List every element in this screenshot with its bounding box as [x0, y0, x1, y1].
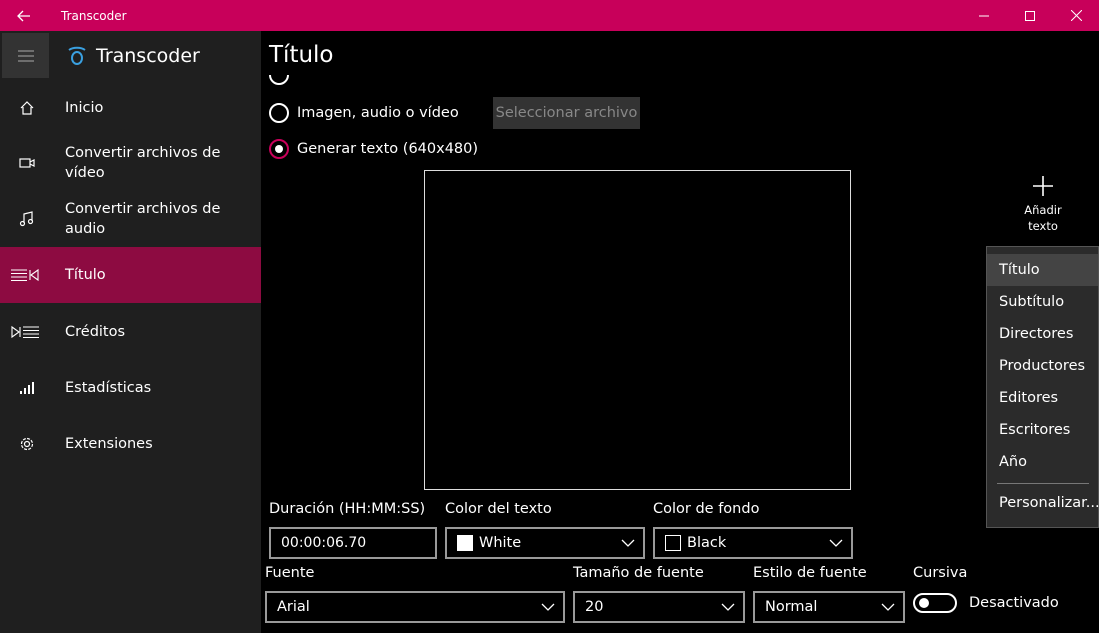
- chevron-down-icon: [829, 539, 843, 547]
- menu-item-editores[interactable]: Editores: [987, 382, 1098, 414]
- sidebar-item-label: Créditos: [65, 324, 126, 340]
- window-title: Transcoder: [61, 8, 127, 23]
- radio-text-label: Generar texto (640x480): [297, 141, 479, 157]
- radio-button-checked[interactable]: [269, 139, 289, 159]
- sidebar-item-label: Título: [65, 267, 106, 283]
- font-size-value: 20: [585, 599, 604, 615]
- main-content: Título Imagen, audio o vídeo Seleccionar…: [261, 31, 1099, 633]
- video-camera-icon: [16, 152, 38, 174]
- sidebar-item-creditos[interactable]: Créditos: [0, 311, 261, 353]
- page-title: Título: [269, 42, 334, 68]
- bg-color-value: Black: [687, 535, 727, 551]
- add-text-button[interactable]: Añadir texto: [1003, 176, 1083, 234]
- font-select[interactable]: Arial: [265, 591, 565, 623]
- menu-item-ano[interactable]: Año: [987, 446, 1098, 478]
- text-color-value: White: [479, 535, 522, 551]
- sidebar: Transcoder Inicio Convertir archivos de …: [0, 31, 261, 633]
- sidebar-item-label: Convertir archivos de audio: [65, 201, 221, 237]
- title-icon: [9, 264, 41, 286]
- hamburger-icon: [17, 50, 34, 61]
- sidebar-item-label: Inicio: [65, 100, 104, 116]
- italic-state: Desactivado: [969, 595, 1059, 611]
- sidebar-item-audio[interactable]: Convertir archivos de audio: [0, 193, 261, 245]
- font-style-select[interactable]: Normal: [753, 591, 905, 623]
- plus-icon: [1033, 176, 1053, 196]
- add-text-label-2: texto: [1028, 219, 1058, 233]
- font-size-label: Tamaño de fuente: [573, 565, 704, 581]
- italic-toggle[interactable]: [913, 593, 957, 613]
- menu-item-escritores[interactable]: Escritores: [987, 414, 1098, 446]
- bg-color-select[interactable]: Black: [653, 527, 853, 559]
- radio-media-label: Imagen, audio o vídeo: [297, 105, 459, 121]
- font-label: Fuente: [265, 565, 315, 581]
- duration-input[interactable]: 00:00:06.70: [269, 527, 437, 559]
- chevron-down-icon: [541, 603, 555, 611]
- signal-bars-icon: [16, 377, 38, 399]
- white-swatch: [457, 535, 473, 551]
- text-color-label: Color del texto: [445, 501, 552, 517]
- hamburger-button[interactable]: [2, 33, 49, 78]
- sidebar-item-extensiones[interactable]: Extensiones: [0, 423, 261, 465]
- italic-label: Cursiva: [913, 565, 968, 581]
- bg-color-label: Color de fondo: [653, 501, 760, 517]
- title-bar: Transcoder: [0, 0, 1099, 31]
- menu-separator: [997, 483, 1089, 484]
- font-size-select[interactable]: 20: [573, 591, 745, 623]
- menu-item-personalizar[interactable]: Personalizar...: [987, 487, 1099, 519]
- app-name: Transcoder: [96, 45, 200, 67]
- menu-item-subtitulo[interactable]: Subtítulo: [987, 286, 1098, 318]
- back-arrow-icon: [17, 10, 30, 21]
- font-style-value: Normal: [765, 599, 818, 615]
- radio-scrolled[interactable]: [269, 75, 289, 85]
- sidebar-item-video[interactable]: Convertir archivos de vídeo: [0, 137, 261, 189]
- sidebar-item-label: Extensiones: [65, 436, 153, 452]
- sidebar-item-label: Estadísticas: [65, 380, 152, 396]
- sidebar-item-inicio[interactable]: Inicio: [0, 87, 261, 129]
- home-icon: [16, 97, 38, 119]
- minimize-button[interactable]: [961, 0, 1007, 31]
- menu-item-directores[interactable]: Directores: [987, 318, 1098, 350]
- duration-label: Duración (HH:MM:SS): [269, 501, 426, 517]
- music-note-icon: [16, 208, 38, 230]
- font-style-label: Estilo de fuente: [753, 565, 867, 581]
- gear-icon: [16, 433, 38, 455]
- sidebar-item-label: Convertir archivos de vídeo: [65, 145, 221, 181]
- chevron-down-icon: [621, 539, 635, 547]
- sidebar-item-titulo[interactable]: Título: [0, 247, 261, 303]
- close-icon: [1070, 10, 1082, 21]
- radio-media[interactable]: Imagen, audio o vídeo: [269, 103, 459, 123]
- sidebar-item-estadisticas[interactable]: Estadísticas: [0, 367, 261, 409]
- toggle-knob: [919, 598, 929, 608]
- app-brand: Transcoder: [66, 45, 200, 67]
- radio-button[interactable]: [269, 103, 289, 123]
- add-text-label-1: Añadir: [1024, 203, 1062, 217]
- menu-item-productores[interactable]: Productores: [987, 350, 1098, 382]
- chevron-down-icon: [881, 603, 895, 611]
- text-color-select[interactable]: White: [445, 527, 645, 559]
- radio-generate-text[interactable]: Generar texto (640x480): [269, 139, 478, 159]
- black-swatch: [665, 535, 681, 551]
- maximize-button[interactable]: [1007, 0, 1053, 31]
- credits-icon: [9, 321, 41, 343]
- select-file-button[interactable]: Seleccionar archivo: [493, 97, 640, 129]
- menu-item-titulo[interactable]: Título: [987, 254, 1098, 286]
- text-preview-canvas[interactable]: [424, 170, 851, 490]
- minimize-icon: [979, 15, 989, 16]
- app-logo-icon: [68, 46, 86, 65]
- maximize-icon: [1025, 10, 1035, 21]
- chevron-down-icon: [721, 603, 735, 611]
- font-value: Arial: [277, 599, 310, 615]
- close-button[interactable]: [1053, 0, 1099, 31]
- add-text-menu: Título Subtítulo Directores Productores …: [986, 246, 1099, 528]
- back-button[interactable]: [0, 0, 48, 31]
